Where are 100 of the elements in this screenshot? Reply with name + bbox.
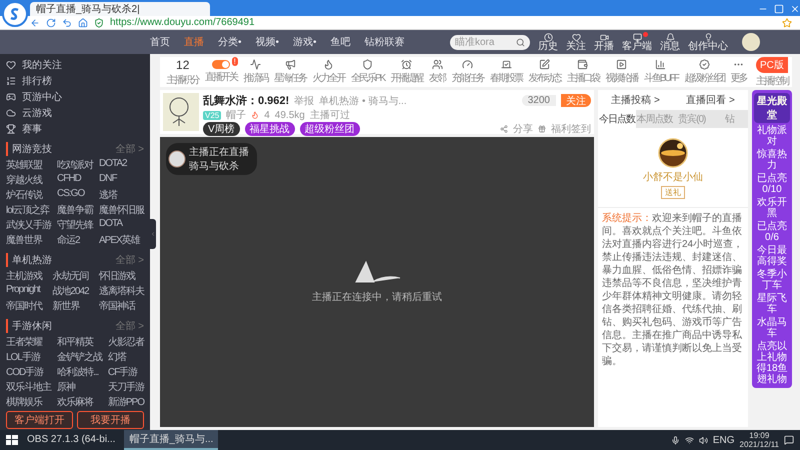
category-link[interactable]: 主机游戏 [6, 269, 42, 283]
reload-icon[interactable] [46, 18, 56, 28]
category-link[interactable]: 和平精英 [56, 335, 102, 349]
header-action[interactable]: 消息 [660, 32, 680, 52]
tool-button[interactable]: 推流码 [240, 59, 270, 85]
tool-button[interactable]: 斗鱼BUFF [641, 59, 681, 85]
panel-link[interactable]: 主播投稿 > [611, 93, 660, 107]
category-link[interactable]: 逃离塔科夫 [99, 284, 144, 298]
nav-link[interactable]: 游戏• [293, 35, 317, 49]
undo-icon[interactable] [62, 18, 72, 28]
tool-button[interactable]: 火力全开 [310, 59, 348, 85]
sidebar-button[interactable]: 我要开播 [77, 411, 144, 429]
category-link[interactable]: APEX英雄 [99, 233, 144, 247]
category-link[interactable]: 吃鸡派对 [57, 158, 93, 172]
category-link[interactable]: 幻塔 [108, 350, 144, 364]
tool-button[interactable]: 超级粉丝团 [682, 59, 728, 85]
category-link[interactable]: 帝国时代 [6, 299, 42, 313]
sidebar-button[interactable]: 客户端打开 [6, 411, 73, 429]
back-icon[interactable] [30, 18, 40, 28]
category-link[interactable]: 魔兽世界 [6, 233, 51, 247]
room-badge[interactable]: 超级粉丝团 [300, 122, 360, 136]
room-badge[interactable]: V周榜 [203, 122, 240, 136]
sidebar-item[interactable]: 排行榜 [6, 74, 144, 88]
category-link[interactable]: 天刀手游 [108, 380, 144, 394]
header-action[interactable]: 客户端 [622, 32, 652, 52]
browser-tab[interactable]: 帽子直播_骑马与砍杀2| [30, 2, 210, 16]
category-link[interactable]: Propnight [6, 284, 42, 298]
tool-button[interactable]: 更多 [728, 59, 750, 85]
category-link[interactable]: 新游PPO [108, 395, 144, 409]
panel-link[interactable]: 直播回看 > [686, 93, 735, 107]
tool-button[interactable]: 全民乐PK [348, 59, 387, 85]
category-link[interactable]: 英雄联盟 [6, 158, 51, 172]
sidebar-item[interactable]: 页游中心 [6, 90, 144, 104]
tool-button[interactable]: 充能任务 [448, 59, 486, 85]
tool-button[interactable]: 春期投票 [487, 59, 525, 85]
sidebar-item[interactable]: 赛事 [6, 122, 144, 136]
taskbar-app[interactable]: 帽子直播_骑马与... [124, 430, 218, 450]
category-link[interactable]: 双乐斗地主 [6, 380, 51, 394]
home-icon[interactable] [78, 18, 88, 28]
category-link[interactable]: CF手游 [108, 365, 144, 379]
category-link[interactable]: 穿越火线 [6, 173, 51, 187]
tool-button[interactable]: 开播提醒 [388, 59, 426, 85]
promo-banner[interactable]: 星光殿堂 礼物派对 惊喜热力 已点亮0/10 欢乐开黑 已点亮0/6 今日最高得奖 冬季小丁车 星际飞车 水晶马车 点亮以上礼物得18鱼翅礼物 [752, 90, 792, 388]
category-link[interactable]: 守望先锋 [57, 218, 93, 232]
category-link[interactable]: 命运2 [57, 233, 93, 247]
category-link[interactable]: 怀旧游戏 [99, 269, 144, 283]
language-indicator[interactable]: ENG [712, 434, 735, 446]
category-link[interactable]: lol云顶之弈 [6, 203, 51, 217]
nav-link[interactable]: 首页 [150, 35, 170, 49]
tool-button[interactable]: 发布动态 [526, 59, 564, 85]
avatar[interactable] [742, 33, 760, 51]
rank-tab[interactable]: 今日点数 [598, 110, 636, 128]
header-action[interactable]: 历史 [538, 32, 558, 52]
category-link[interactable]: 魔兽怀旧服 [99, 203, 144, 217]
maximize-icon[interactable] [774, 4, 784, 14]
category-link[interactable]: 武侠乂手游 [6, 218, 51, 232]
room-badge[interactable]: 福星挑战 [244, 122, 295, 136]
tool-button[interactable]: 友邻 [426, 59, 448, 85]
nav-link[interactable]: 视频• [256, 35, 280, 49]
address-field[interactable]: https://www.douyu.com/7669491 [110, 17, 255, 28]
nav-link[interactable]: 鱼吧 [330, 35, 351, 49]
start-icon[interactable] [6, 434, 18, 446]
category-link[interactable]: 欢乐麻将 [56, 395, 102, 409]
category-link[interactable]: 棋牌娱乐 [6, 395, 51, 409]
category-link[interactable]: 金铲铲之战 [56, 350, 102, 364]
category-link[interactable]: 战地2042 [52, 284, 89, 298]
category-link[interactable]: DOTA2 [99, 158, 144, 172]
tool-button[interactable]: 主播口袋 [564, 59, 602, 85]
close-icon[interactable] [790, 4, 800, 14]
header-action[interactable]: 创作中心 [688, 32, 728, 52]
category-link[interactable]: 炉石传说 [6, 188, 51, 202]
tool-button[interactable]: 星海任务 [271, 59, 309, 85]
video-player[interactable]: 主播正在直播 骑马与砍杀 主播正在连接中，请稍后重试 [160, 137, 594, 427]
taskbar-app[interactable]: OBS 27.1.3 (64-bi... [22, 430, 120, 450]
header-action[interactable]: 开播 [594, 32, 614, 52]
collapse-handle[interactable] [150, 219, 156, 249]
category-link[interactable]: 哈利波特... [56, 365, 102, 379]
sidebar-item[interactable]: 我的关注 [6, 58, 144, 72]
star-icon[interactable] [782, 18, 792, 28]
category-link[interactable]: 永劫无间 [52, 269, 89, 283]
category-link[interactable]: DNF [99, 173, 144, 187]
header-action[interactable]: 关注 [566, 32, 586, 52]
nav-link[interactable]: 分类• [218, 35, 242, 49]
category-link[interactable]: 魔兽争霸 [57, 203, 93, 217]
tray-clock[interactable]: 19:09 2021/12/11 [740, 431, 779, 449]
category-link[interactable]: 帝国神话 [99, 299, 144, 313]
tool-button[interactable]: 视频轮播 [602, 59, 640, 85]
category-link[interactable]: CFHD [57, 173, 93, 187]
category-link[interactable]: 火影忍者 [108, 335, 144, 349]
category-link[interactable]: 新世界 [52, 299, 89, 313]
category-link[interactable]: 逃塔 [99, 188, 144, 202]
category-link[interactable]: LOL手游 [6, 350, 51, 364]
category-link[interactable]: CS:GO [57, 188, 93, 202]
category-link[interactable]: DOTA [99, 218, 144, 232]
sidebar-item[interactable]: 云游戏 [6, 106, 144, 120]
category-link[interactable]: 原神 [56, 380, 102, 394]
nav-link[interactable]: 钻粉联赛 [364, 35, 405, 49]
category-link[interactable]: COD手游 [6, 365, 51, 379]
category-link[interactable]: 王者荣耀 [6, 335, 51, 349]
live-toggle[interactable] [212, 60, 230, 69]
